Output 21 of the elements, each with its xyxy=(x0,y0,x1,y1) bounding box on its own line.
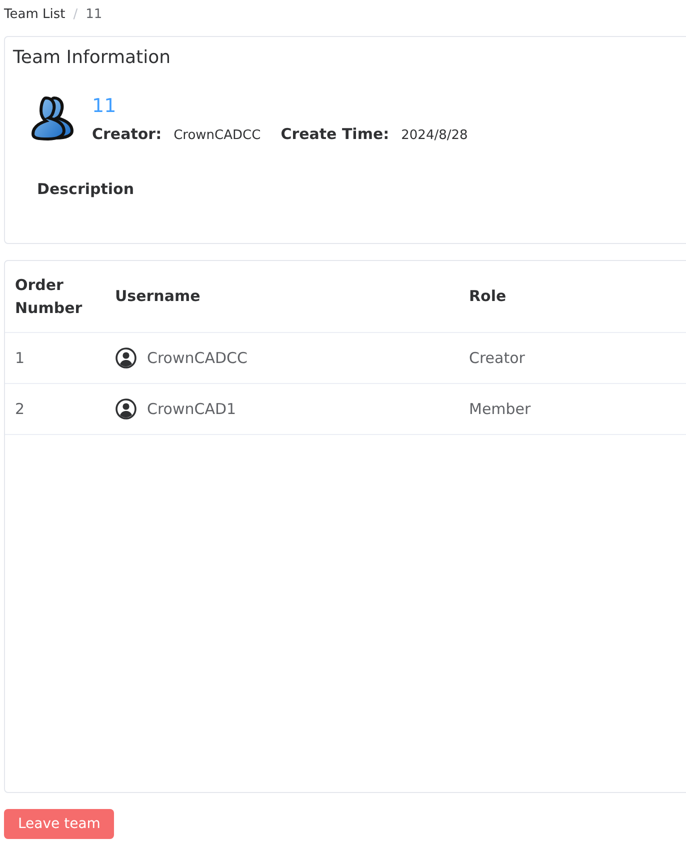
breadcrumb-item[interactable]: Team List xyxy=(4,6,66,22)
user-icon xyxy=(115,347,137,369)
team-name: 11 xyxy=(92,95,118,117)
create-time-value: 2024/8/28 xyxy=(401,128,468,143)
table-cell: CrownCAD1 xyxy=(147,400,236,418)
creator-label: Creator: xyxy=(92,125,162,143)
create-time-label: Create Time: xyxy=(280,125,390,143)
breadcrumb-item: 11 xyxy=(86,6,102,22)
breadcrumb-separator: / xyxy=(73,6,78,22)
creator-value: CrownCADCC xyxy=(174,128,261,143)
card-title: Team Information xyxy=(13,47,172,68)
column-header: Role xyxy=(469,286,508,307)
column-header: Username xyxy=(115,286,202,307)
table-cell: CrownCADCC xyxy=(147,349,248,367)
table-cell-text: Creator xyxy=(469,349,526,367)
user-icon xyxy=(115,398,137,420)
column-header: Order Number xyxy=(15,274,84,318)
table-cell-text: Member xyxy=(469,400,532,418)
description-label: Description xyxy=(37,180,136,198)
table-cell-text: 2 xyxy=(15,400,26,418)
table-cell-text: 1 xyxy=(15,349,26,367)
